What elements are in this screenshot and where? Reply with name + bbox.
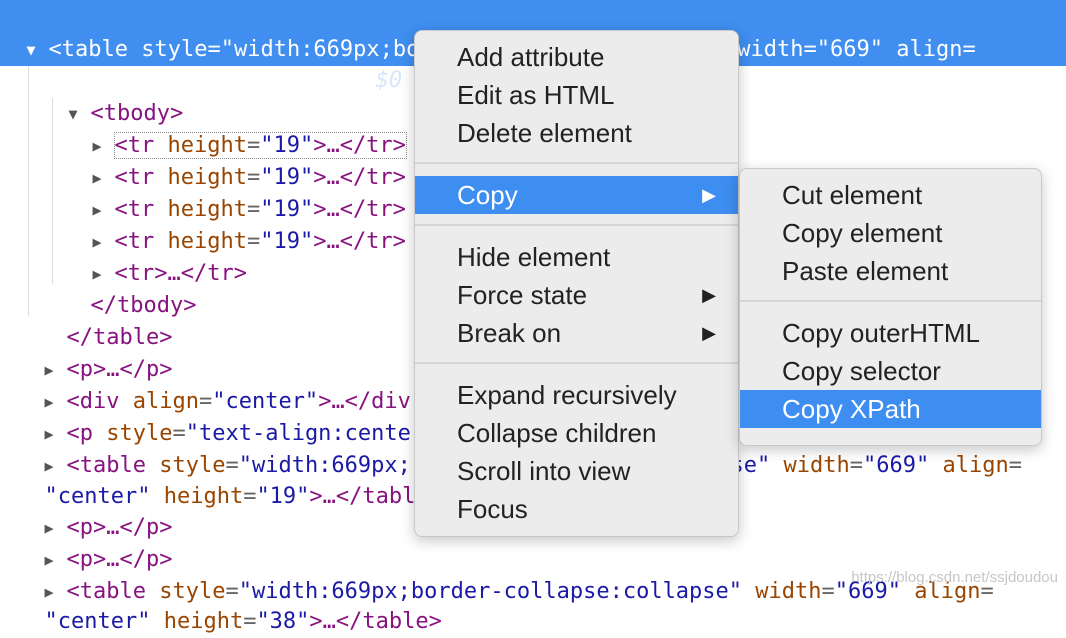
equals-sign: = <box>803 37 817 62</box>
menu-item-copy-xpath[interactable]: Copy XPath <box>740 390 1041 428</box>
menu-item-delete-element[interactable]: Delete element <box>415 114 738 152</box>
tag-rest: >…</tabl <box>309 484 416 509</box>
menu-item-label: Force state <box>457 280 588 310</box>
menu-item-label: Delete element <box>457 118 632 148</box>
menu-item-paste-element[interactable]: Paste element <box>740 252 1041 290</box>
menu-item-label: Scroll into view <box>457 456 631 486</box>
menu-item-copy-element[interactable]: Copy element <box>740 214 1041 252</box>
equals-sign: = <box>962 37 976 62</box>
menu-item-label: Focus <box>457 494 528 524</box>
attr-name: align <box>929 453 1009 478</box>
tree-node-p[interactable]: ▶ <p>…</p> <box>18 480 173 540</box>
menu-item-add-attribute[interactable]: Add attribute <box>415 38 738 76</box>
tree-node-table[interactable]: ▶ <table style="width:669px;border-collap… <box>18 544 994 604</box>
menu-item-label: Cut element <box>782 180 923 210</box>
menu-item-edit-as-html[interactable]: Edit as HTML <box>415 76 738 114</box>
attr-value: "19" <box>260 229 314 254</box>
menu-item-scroll-into-view[interactable]: Scroll into view <box>415 452 738 490</box>
menu-item-break-on[interactable]: Break on ▶ <box>415 314 738 352</box>
indent-guide <box>28 66 29 316</box>
equals-sign: = <box>849 453 863 478</box>
tree-node-p[interactable]: ▶ <p>…</p> <box>18 322 173 382</box>
menu-separator <box>415 224 738 226</box>
menu-separator <box>415 362 738 364</box>
attr-value: "center" <box>44 609 151 634</box>
tree-node-tr[interactable]: ▶ <tr>…</tr> <box>66 226 247 286</box>
selection-marker: == <box>322 68 376 93</box>
tree-node-div[interactable]: ▶ <div align="center">…</div <box>18 354 411 414</box>
menu-item-label: Expand recursively <box>457 380 677 410</box>
menu-separator <box>740 300 1041 302</box>
submenu-arrow-icon: ▶ <box>702 285 716 305</box>
attr-value: "76" <box>256 68 310 93</box>
tree-node-tbody-close[interactable]: </tbody> <box>64 258 197 318</box>
tag-rest: >…</table> <box>309 609 442 634</box>
tree-node-tr[interactable]: ▶ <tr height="19">…</tr> <box>66 194 406 254</box>
menu-item-copy-outerhtml[interactable]: Copy outerHTML <box>740 314 1041 352</box>
menu-item-force-state[interactable]: Force state ▶ <box>415 276 738 314</box>
submenu-arrow-icon: ▶ <box>702 185 716 205</box>
equals-sign: = <box>246 229 261 254</box>
menu-item-label: Copy element <box>782 218 943 248</box>
tree-node-tr[interactable]: ▶ <tr height="19">…</tr> <box>66 130 406 190</box>
attr-value: "38" <box>256 609 310 634</box>
menu-separator <box>415 162 738 164</box>
attr-value: "669" <box>816 37 884 62</box>
tree-node-p-styled[interactable]: ▶ <p style="text-align:cente <box>18 386 411 446</box>
menu-item-label: Edit as HTML <box>457 80 615 110</box>
menu-item-label: Hide element <box>457 242 611 272</box>
menu-item-label: Copy outerHTML <box>782 318 980 348</box>
tag-rest: >…</tr> <box>313 229 406 254</box>
attr-value: "669" <box>862 453 930 478</box>
tree-node-table-line-2: "center" height="38">…</table> <box>18 574 442 634</box>
menu-item-label: Copy selector <box>782 356 941 386</box>
menu-item-label: Collapse children <box>457 418 657 448</box>
equals-sign: = <box>243 609 257 634</box>
menu-item-focus[interactable]: Focus <box>415 490 738 528</box>
menu-item-hide-element[interactable]: Hide element <box>415 238 738 276</box>
selected-node-line-2[interactable]: "center" height="76"> == $0 <box>18 33 403 93</box>
context-menu: Add attribute Edit as HTML Delete elemen… <box>414 30 739 537</box>
menu-item-copy-selector[interactable]: Copy selector <box>740 352 1041 390</box>
equals-sign: = <box>243 68 257 93</box>
tree-node-table-close[interactable]: </table> <box>40 290 173 350</box>
equals-sign: = <box>243 484 257 509</box>
dollar-zero-marker: $0 <box>375 68 403 93</box>
copy-submenu: Cut element Copy element Paste element C… <box>739 168 1042 446</box>
equals-sign: = <box>1008 453 1022 478</box>
menu-item-label: Add attribute <box>457 42 605 72</box>
tree-node-p[interactable]: ▶ <p>…</p> <box>18 512 173 572</box>
menu-item-copy[interactable]: Copy ▶ <box>415 176 738 214</box>
menu-item-cut-element[interactable]: Cut element <box>740 176 1041 214</box>
attr-value: "19" <box>256 484 310 509</box>
menu-item-collapse-children[interactable]: Collapse children <box>415 414 738 452</box>
tree-node-tr[interactable]: ▶ <tr height="19">…</tr> <box>66 98 407 159</box>
menu-item-label: Copy XPath <box>782 394 921 424</box>
menu-item-expand-recursively[interactable]: Expand recursively <box>415 376 738 414</box>
attr-name: align <box>883 37 963 62</box>
tree-node-tr[interactable]: ▶ <tr height="19">…</tr> <box>66 162 406 222</box>
tag-close: > <box>309 68 323 93</box>
menu-item-label: Paste element <box>782 256 949 286</box>
submenu-arrow-icon: ▶ <box>702 323 716 343</box>
watermark: https://blog.csdn.net/ssjdoudou <box>851 569 1058 586</box>
tree-node-table-line-2: "center" height="19">…</tabl <box>18 449 416 509</box>
tree-node-tbody[interactable]: ▼ <tbody> <box>42 66 184 126</box>
menu-item-label: Break on <box>457 318 562 348</box>
attr-name: height <box>150 609 244 634</box>
menu-item-label: Copy <box>457 180 518 210</box>
attr-name: width <box>770 453 850 478</box>
tree-node-table[interactable]: ▶ <table style="width:669px; <box>18 418 411 478</box>
